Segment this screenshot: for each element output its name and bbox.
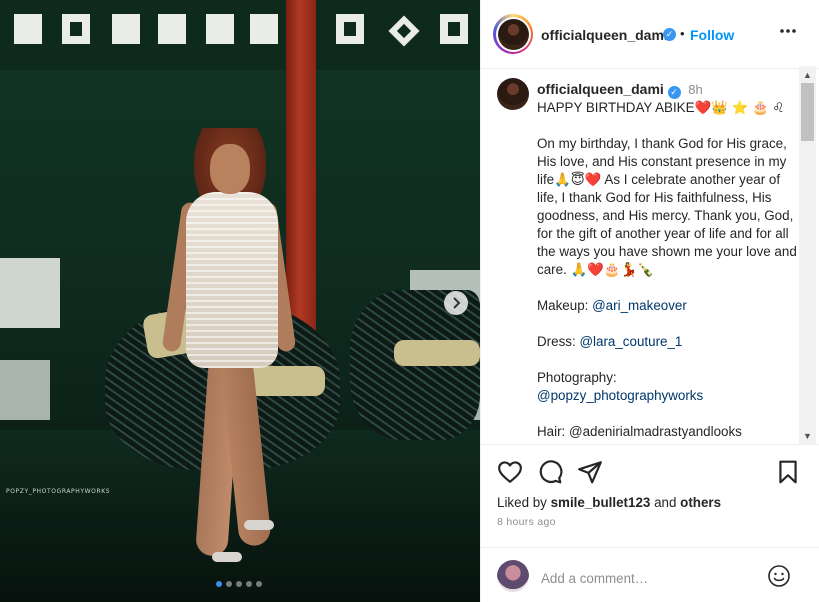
photo-window-pane (0, 258, 60, 328)
comment-button[interactable] (537, 459, 563, 485)
like-button[interactable] (497, 459, 523, 485)
carousel-dot (256, 581, 262, 587)
comment-icon (539, 460, 563, 484)
caption-avatar[interactable] (497, 78, 529, 110)
dress-label: Dress: (537, 334, 576, 349)
makeup-label: Makeup: (537, 298, 589, 313)
scroll-up-arrow-icon[interactable]: ▲ (799, 66, 816, 83)
carousel-dot (226, 581, 232, 587)
caption-photography-credit: Photography: @popzy_photographyworks (537, 369, 797, 405)
photography-link[interactable]: @popzy_photographyworks (537, 387, 797, 405)
header-separator: • (680, 26, 685, 41)
emoji-picker-button[interactable] (767, 564, 791, 588)
photo-wall-tile (112, 14, 140, 44)
verified-badge-icon: ✓ (663, 28, 676, 41)
caption-username[interactable]: officialqueen_dami (537, 81, 664, 97)
commenter-avatar (497, 560, 529, 592)
photo-wall-tile (440, 14, 468, 44)
photo-wall-tile (206, 14, 234, 44)
photo-wall-tile (158, 14, 186, 44)
more-options-button[interactable] (779, 22, 797, 45)
post-header: officialqueen_dami ✓ • Follow (481, 0, 819, 69)
avatar (497, 18, 529, 50)
liked-user-link[interactable]: smile_bullet123 (551, 495, 651, 510)
send-icon (578, 461, 602, 484)
photo-wall-top (0, 0, 480, 70)
photo-window-pane (0, 360, 50, 420)
carousel-dots (216, 581, 262, 587)
post-side-panel: officialqueen_dami ✓ • Follow officialqu… (480, 0, 819, 602)
caption-header-line: officialqueen_dami ✓ 8h (537, 80, 797, 99)
share-button[interactable] (577, 459, 603, 485)
comment-row (481, 547, 819, 602)
caption-first-line: HAPPY BIRTHDAY ABIKE❤️👑 ⭐ 🎂 ♌ (537, 100, 785, 115)
chevron-right-icon (453, 297, 461, 309)
caption-area[interactable]: officialqueen_dami ✓ 8h HAPPY BIRTHDAY A… (481, 70, 799, 444)
post-actions: Liked by smile_bullet123 and others 8 ho… (481, 444, 819, 602)
caption-makeup-credit: Makeup: @ari_makeover (537, 297, 797, 315)
scroll-down-arrow-icon[interactable]: ▼ (799, 427, 816, 444)
photo-subject (150, 128, 300, 568)
header-avatar[interactable] (493, 14, 533, 54)
makeup-link[interactable]: @ari_makeover (592, 298, 687, 313)
liked-others-link[interactable]: others (680, 495, 721, 510)
post-photo[interactable]: POPZY_PHOTOGRAPHYWORKS (0, 0, 480, 602)
smiley-icon (768, 565, 790, 587)
photo-watermark: POPZY_PHOTOGRAPHYWORKS (6, 488, 111, 495)
heart-icon (498, 461, 522, 483)
caption-time[interactable]: 8h (688, 82, 702, 97)
add-comment-input[interactable] (541, 568, 761, 588)
photo-wall-tile (250, 14, 278, 44)
liked-by-line: Liked by smile_bullet123 and others (497, 495, 721, 510)
header-username[interactable]: officialqueen_dami (541, 27, 668, 43)
caption-scrollbar[interactable]: ▲ ▼ (799, 66, 816, 444)
photography-label: Photography: (537, 370, 617, 385)
carousel-dot (236, 581, 242, 587)
caption-message: On my birthday, I thank God for His grac… (537, 136, 797, 277)
caption-body: officialqueen_dami ✓ 8h HAPPY BIRTHDAY A… (537, 80, 797, 441)
carousel-next-button[interactable] (444, 291, 468, 315)
photo-wall-tile (336, 14, 364, 44)
dress-link[interactable]: @lara_couture_1 (579, 334, 682, 349)
photo-wall-tile (62, 14, 90, 44)
save-button[interactable] (775, 459, 801, 485)
more-horizontal-icon (780, 29, 796, 33)
post-time-ago[interactable]: 8 hours ago (497, 516, 556, 528)
bookmark-icon (779, 460, 797, 484)
carousel-dot (246, 581, 252, 587)
photo-wall-tile (388, 15, 420, 47)
caption-partial-line: Hair: @adenirialmadrastyandlooks (537, 424, 742, 439)
follow-button[interactable]: Follow (690, 27, 734, 43)
liked-prefix: Liked by (497, 495, 547, 510)
verified-badge-icon: ✓ (667, 85, 681, 99)
carousel-dot-active (216, 581, 222, 587)
photo-wall-tile (14, 14, 42, 44)
liked-and: and (654, 495, 677, 510)
caption-dress-credit: Dress: @lara_couture_1 (537, 333, 797, 351)
scrollbar-thumb[interactable] (801, 83, 814, 141)
